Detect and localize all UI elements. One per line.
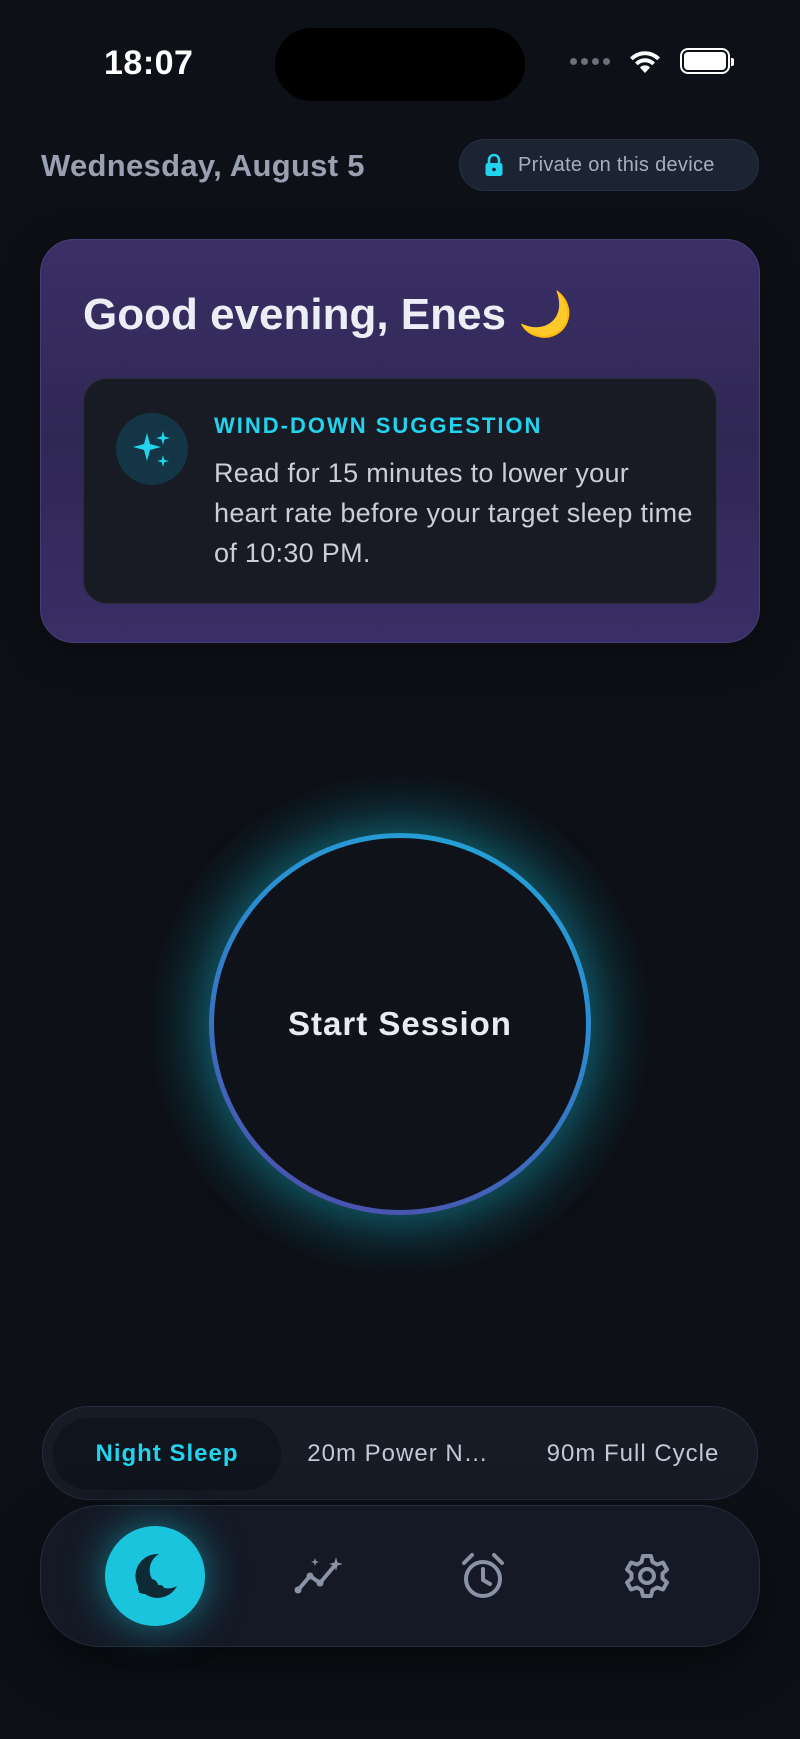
sleep-mode-selector: Night Sleep 20m Power N… 90m Full Cycle [42,1406,758,1500]
mode-power-nap[interactable]: 20m Power N… [283,1418,513,1490]
tab-sleep[interactable] [105,1526,205,1626]
tab-trends[interactable] [269,1526,369,1626]
mode-full-cycle[interactable]: 90m Full Cycle [517,1418,749,1490]
date-label: Wednesday, August 5 [41,148,365,183]
greeting-title: Good evening, Enes 🌙 [83,290,573,339]
privacy-badge[interactable]: Private on this device [459,139,759,191]
suggestion-label: WIND-DOWN SUGGESTION [214,413,543,438]
moon-icon [135,1553,177,1598]
alarm-icon [462,1553,504,1598]
app-screen: 18:07 Wednesday, August 5 Private on thi… [0,0,800,1739]
chart-icon [294,1557,343,1594]
tab-bar [40,1505,760,1647]
greeting-card: Good evening, Enes 🌙 WIND-DOWN SUGGESTIO… [40,239,760,643]
gear-icon [625,1554,669,1598]
privacy-label: Private on this device [518,153,715,176]
wind-down-suggestion[interactable]: WIND-DOWN SUGGESTION Read for 15 minutes… [83,378,717,604]
lock-icon [485,153,503,176]
sparkles-icon [116,413,188,485]
status-time: 18:07 [104,44,194,82]
status-indicators [570,48,734,74]
dynamic-island [275,28,525,101]
start-session-label: Start Session [288,1005,512,1042]
tab-alarm[interactable] [433,1526,533,1626]
battery-icon [680,48,734,74]
start-session-button[interactable]: Start Session [209,833,591,1215]
wifi-icon [630,51,660,73]
cellular-signal-icon [570,57,610,65]
tab-settings[interactable] [597,1526,697,1626]
suggestion-text: Read for 15 minutes to lower your heart … [214,458,693,568]
mode-night-sleep[interactable]: Night Sleep [53,1418,281,1490]
